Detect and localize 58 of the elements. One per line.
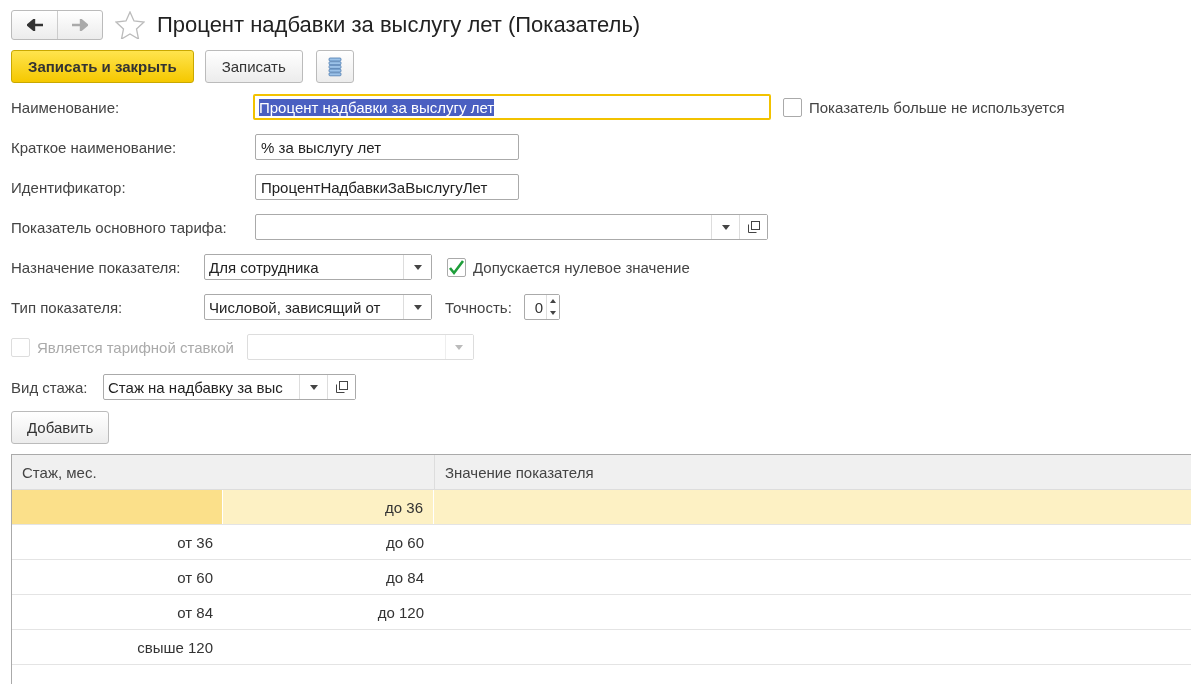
precision-spinner[interactable]: 0 — [524, 294, 560, 320]
field-label: Наименование: — [11, 98, 121, 116]
add-button[interactable]: Добавить — [11, 411, 110, 444]
open-button[interactable] — [327, 375, 355, 399]
type-select[interactable]: Числовой, зависящий от — [204, 294, 432, 320]
seniority-kind-select[interactable]: Стаж на надбавку за выс — [103, 374, 356, 400]
dropdown-caret-icon — [413, 304, 422, 310]
field-label: Показатель основного тарифа: — [11, 218, 228, 236]
identifier-input[interactable]: ПроцентНадбавкиЗаВыслугуЛет — [255, 174, 519, 200]
field-label: Точность: — [445, 298, 513, 316]
field-label: Назначение показателя: — [11, 258, 182, 276]
field-label: Тип показателя: — [11, 298, 124, 316]
save-button[interactable]: Записать — [204, 50, 303, 83]
window-title: Процент надбавки за выслугу лет (Показатель) — [157, 12, 641, 38]
dropdown-button[interactable] — [403, 255, 431, 279]
table-cell-text: от 84 — [176, 602, 214, 623]
open-window-icon — [335, 381, 348, 393]
list-icon — [327, 56, 342, 77]
table-cell-text: свыше 120 — [136, 637, 214, 658]
table-cell-text: от 60 — [176, 567, 214, 588]
table-cell-text: до 60 — [385, 532, 425, 553]
open-window-icon — [747, 221, 760, 233]
checkbox-label: Допускается нулевое значение — [473, 258, 690, 276]
field-label: Краткое наименование: — [11, 138, 178, 156]
checkbox-label: Является тарифной ставкой — [37, 338, 234, 356]
up-caret-icon — [550, 299, 556, 303]
table-cell: до 36 — [223, 490, 434, 524]
short-name-input[interactable]: % за выслугу лет — [255, 134, 519, 160]
table-cell-text: от 36 — [176, 532, 214, 553]
forward-arrow-icon — [72, 19, 88, 31]
dropdown-caret-icon — [721, 224, 730, 230]
open-button[interactable] — [739, 215, 767, 239]
checkbox[interactable] — [783, 97, 802, 117]
field-label: Вид стажа: — [11, 378, 89, 396]
combo-value: Числовой, зависящий от — [208, 297, 382, 318]
table-cell-text: до 120 — [376, 602, 425, 623]
name-input[interactable]: Процент надбавки за выслугу лет — [253, 94, 771, 120]
dropdown-caret-icon — [309, 384, 318, 390]
base-tariff-field[interactable] — [255, 214, 768, 240]
save-and-close-button[interactable]: Записать и закрыть — [11, 50, 194, 83]
down-caret-icon — [550, 311, 556, 315]
table-row[interactable]: до 36 — [12, 490, 1191, 525]
dropdown-caret-icon — [413, 264, 422, 270]
field-label: Идентификатор: — [11, 178, 127, 196]
combo-value: Стаж на надбавку за выс — [107, 377, 284, 398]
back-arrow-icon — [26, 19, 43, 31]
combo-value: Для сотрудника — [208, 257, 320, 278]
purpose-select[interactable]: Для сотрудника — [204, 254, 432, 280]
dropdown-button[interactable] — [403, 295, 431, 319]
checkmark-icon — [448, 258, 465, 276]
more-actions-button[interactable] — [315, 50, 354, 83]
dropdown-caret-icon — [455, 344, 464, 350]
column-header[interactable]: Значение показателя — [434, 455, 1191, 489]
checkbox[interactable] — [447, 257, 466, 277]
checkbox-label: Показатель больше не используется — [809, 98, 1065, 116]
column-header[interactable]: Стаж, мес. — [12, 455, 434, 489]
favorite-star-icon[interactable] — [115, 11, 145, 39]
table-cell-text: до 84 — [385, 567, 425, 588]
